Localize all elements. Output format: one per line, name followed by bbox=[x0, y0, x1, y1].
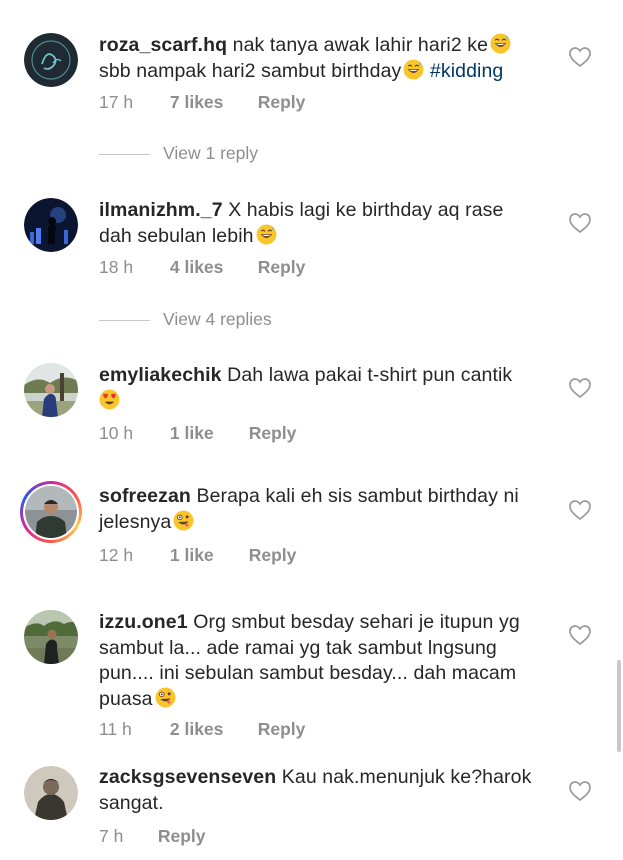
comment-text: jelesnya bbox=[99, 510, 172, 533]
comment-time: 7 h bbox=[99, 826, 124, 846]
comment-text: nak tanya awak lahir hari2 ke bbox=[232, 34, 489, 56]
divider-line bbox=[99, 153, 150, 155]
comment-likes[interactable]: 7 likes bbox=[170, 92, 253, 113]
hashtag-link[interactable]: #kidding bbox=[430, 60, 503, 82]
avatar[interactable] bbox=[24, 33, 78, 87]
view-replies-button[interactable]: View 1 reply bbox=[99, 143, 258, 165]
avatar[interactable] bbox=[24, 766, 78, 820]
comment-body: emyliakechik Dah lawa pakai t-shirt pun … bbox=[99, 363, 559, 414]
zany-face-emoji bbox=[155, 687, 176, 708]
comment-username[interactable]: roza_scarf.hq bbox=[99, 34, 227, 56]
avatar-emyliakechik-image bbox=[24, 363, 78, 417]
avatar-ilmanizhm-image bbox=[24, 198, 78, 252]
like-button[interactable] bbox=[568, 499, 592, 521]
comment-username[interactable]: zacksgsevenseven bbox=[99, 766, 276, 788]
comment-body: sofreezan Berapa kali eh sis sambut birt… bbox=[99, 484, 559, 535]
grinning-sweat-emoji bbox=[403, 59, 424, 80]
zany-face-emoji bbox=[173, 510, 194, 531]
comment-meta: 10 h 1 like Reply bbox=[99, 423, 296, 444]
comment-username[interactable]: izzu.one1 bbox=[99, 611, 188, 633]
heart-eyes-emoji bbox=[99, 389, 120, 410]
comment-username[interactable]: sofreezan bbox=[99, 485, 191, 507]
like-button[interactable] bbox=[568, 780, 592, 802]
like-button[interactable] bbox=[568, 624, 592, 646]
comment-text: Org smbut besday sehari je itupun yg bbox=[193, 611, 520, 633]
heart-outline-icon bbox=[569, 781, 591, 802]
heart-outline-icon bbox=[569, 500, 591, 521]
comment-time: 10 h bbox=[99, 423, 134, 443]
comment-body: izzu.one1 Org smbut besday sehari je itu… bbox=[99, 610, 559, 712]
grinning-sweat-emoji bbox=[490, 33, 511, 54]
comment-likes[interactable]: 4 likes bbox=[170, 257, 253, 278]
comment-time: 12 h bbox=[99, 545, 134, 565]
comment-username[interactable]: ilmanizhm._7 bbox=[99, 199, 223, 221]
heart-outline-icon bbox=[569, 213, 591, 234]
avatar[interactable] bbox=[24, 610, 78, 664]
comment-text: pun.... ini sebulan sambut besday... dah… bbox=[99, 662, 517, 684]
reply-button[interactable]: Reply bbox=[249, 423, 297, 444]
comment-text: sbb nampak hari2 sambut birthday bbox=[99, 59, 402, 82]
comment-text: Kau nak.menunjuk ke?harok bbox=[281, 766, 532, 788]
heart-outline-icon bbox=[569, 378, 591, 399]
reply-button[interactable]: Reply bbox=[158, 826, 206, 847]
divider-line bbox=[99, 319, 150, 321]
avatar-sofreezan-image bbox=[25, 486, 77, 538]
view-replies-label: View 4 replies bbox=[163, 309, 272, 329]
comment-body: ilmanizhm._7 X habis lagi ke birthday aq… bbox=[99, 198, 559, 249]
comment-text: dah sebulan lebih bbox=[99, 224, 254, 247]
avatar[interactable] bbox=[24, 198, 78, 252]
comment-body: zacksgsevenseven Kau nak.menunjuk ke?har… bbox=[99, 765, 559, 816]
comment-time: 17 h bbox=[99, 92, 134, 112]
comment-text: X habis lagi ke birthday aq rase bbox=[228, 199, 504, 221]
story-ring[interactable] bbox=[20, 481, 82, 543]
heart-outline-icon bbox=[569, 47, 591, 68]
reply-button[interactable]: Reply bbox=[249, 545, 297, 566]
grinning-sweat-emoji bbox=[256, 224, 277, 245]
comment-meta: 12 h 1 like Reply bbox=[99, 545, 296, 566]
like-button[interactable] bbox=[568, 46, 592, 68]
comment-text: puasa bbox=[99, 687, 153, 710]
comment-body: roza_scarf.hq nak tanya awak lahir hari2… bbox=[99, 33, 559, 84]
comment-time: 18 h bbox=[99, 257, 134, 277]
comment-meta: 7 h Reply bbox=[99, 826, 206, 847]
comment-likes[interactable]: 2 likes bbox=[170, 719, 253, 740]
comment-text: Berapa kali eh sis sambut birthday ni bbox=[196, 485, 519, 507]
scrollbar-thumb[interactable] bbox=[617, 660, 621, 752]
avatar[interactable] bbox=[24, 363, 78, 417]
avatar-zacksgsevenseven-image bbox=[24, 766, 78, 820]
comment-text: sambut la... ade ramai yg tak sambut lng… bbox=[99, 636, 497, 659]
view-replies-label: View 1 reply bbox=[163, 143, 259, 163]
comment-meta: 11 h 2 likes Reply bbox=[99, 719, 305, 740]
like-button[interactable] bbox=[568, 377, 592, 399]
comment-time: 11 h bbox=[99, 719, 132, 739]
heart-outline-icon bbox=[569, 625, 591, 646]
like-button[interactable] bbox=[568, 212, 592, 234]
reply-button[interactable]: Reply bbox=[258, 719, 306, 740]
comment-username[interactable]: emyliakechik bbox=[99, 364, 222, 386]
reply-button[interactable]: Reply bbox=[258, 257, 306, 278]
avatar-roza-scarf-image bbox=[24, 33, 78, 87]
avatar-izzu-one1-image bbox=[24, 610, 78, 664]
view-replies-button[interactable]: View 4 replies bbox=[99, 309, 272, 331]
comment-text: sangat. bbox=[99, 791, 164, 814]
comment-text: Dah lawa pakai t-shirt pun cantik bbox=[227, 364, 513, 386]
reply-button[interactable]: Reply bbox=[258, 92, 306, 113]
avatar bbox=[25, 486, 77, 538]
comment-likes[interactable]: 1 like bbox=[170, 545, 244, 566]
comment-meta: 17 h 7 likes Reply bbox=[99, 92, 305, 113]
comment-meta: 18 h 4 likes Reply bbox=[99, 257, 305, 278]
comment-likes[interactable]: 1 like bbox=[170, 423, 244, 444]
